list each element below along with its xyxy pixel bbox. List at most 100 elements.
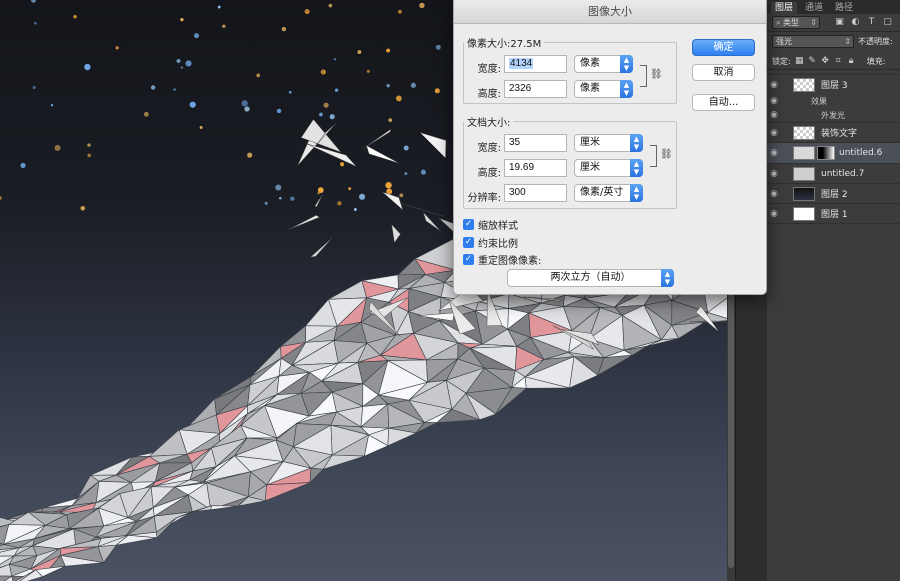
lock-artboard-icon[interactable]: ⌗ [833,56,844,67]
resolution-unit-select[interactable]: 像素/英寸 ▲ ▼ [574,184,643,202]
pixel-width-value: 4134 [509,58,534,69]
popup-arrows-icon: ▲ ▼ [620,80,633,98]
layer-row[interactable]: ◉ 图层 2 [767,183,900,203]
pixel-width-unit: 像素 [580,58,600,69]
popup-arrows-icon: ▲ ▼ [620,55,633,73]
layer-thumbnail [793,186,815,201]
pixel-width-label: 宽度: [477,64,501,75]
layer-thumbnail [793,125,815,140]
fill-label: 填充: [866,57,886,66]
layer-thumbnail [793,146,815,160]
resample-method-select[interactable]: 两次立方（自动） ▲ ▼ [507,269,674,287]
scale-styles-checkbox[interactable]: ✓ 缩放样式 [463,217,518,232]
visibility-eye-icon[interactable]: ◉ [767,148,781,158]
layer-thumbnail [793,77,815,92]
resample-method-value: 两次立方（自动） [550,272,631,283]
visibility-eye-icon[interactable]: ◉ [767,80,781,90]
shape-filter-icon[interactable]: ▢ [882,17,893,28]
doc-constrain-chain-icon: ⛓ [660,149,673,160]
resolution-unit: 像素/英寸 [580,187,624,198]
constrain-proportions-label: 约束比例 [478,239,518,250]
layer-row[interactable]: ◉ 装饰文字 [767,122,900,142]
visibility-eye-icon[interactable]: ◉ [767,128,781,138]
outer-glow-row[interactable]: ◉ 外发光 [767,108,900,122]
layer-row[interactable]: ◉ untitled.7 [767,163,900,183]
resample-image-label: 重定图像像素: [478,256,542,267]
image-filter-icon[interactable]: ▣ [834,17,845,28]
lock-label: 锁定: [772,57,791,66]
adjustment-filter-icon[interactable]: ◐ [850,17,861,28]
filter-kind-select[interactable]: ⌕ 类型 [772,16,820,29]
doc-width-input[interactable]: 35 [504,134,567,152]
popup-arrows-icon: ▲ ▼ [661,269,674,287]
resample-image-checkbox[interactable]: ✓ 重定图像像素: [463,252,541,267]
layer-name: untitled.6 [839,148,883,158]
doc-height-unit: 厘米 [580,162,600,173]
outer-glow-eye-icon[interactable]: ◉ [767,110,781,120]
filter-search-icon: ⌕ [776,18,781,27]
layer-row-selected[interactable]: ◉ untitled.6 [767,142,900,163]
visibility-eye-icon[interactable]: ◉ [767,209,781,219]
doc-height-unit-select[interactable]: 厘米 ▲ ▼ [574,159,643,177]
tab-layers[interactable]: 图层 [771,2,798,14]
resolution-label: 分辨率: [467,193,501,204]
lock-transparent-icon[interactable]: ▦ [794,56,805,67]
doc-width-label: 宽度: [477,143,501,154]
lock-row: 锁定: ▦ ✎ ✥ ⌗ 🔒︎ 填充: [767,54,900,70]
type-filter-icon[interactable]: T [866,17,877,28]
layer-row[interactable]: ◉ 图层 3 [767,74,900,94]
effects-eye-icon[interactable]: ◉ [767,96,781,106]
image-size-dialog: 图像大小 像素大小:27.5M 宽度: 4134 像素 ▲ ▼ 高度: 2326 像… [453,0,767,295]
pixel-width-unit-select[interactable]: 像素 ▲ ▼ [574,55,633,73]
pixel-constrain-chain-icon: ⛓ [650,69,663,80]
checkmark-icon: ✓ [463,219,474,230]
layer-filter-bar: ⌕ 类型 ▣ ◐ T ▢ [767,14,900,32]
filter-kind-label: 类型 [783,18,800,27]
constrain-proportions-checkbox[interactable]: ✓ 约束比例 [463,235,518,250]
popup-arrows-icon: ▲ ▼ [630,134,643,152]
layer-name: 图层 3 [821,81,848,91]
resolution-input[interactable]: 300 [504,184,567,202]
effects-label: 效果 [811,96,827,106]
pixel-dimensions-legend: 像素大小:27.5M [467,39,542,50]
pixel-width-input[interactable]: 4134 [504,55,567,73]
document-size-legend: 文档大小: [467,118,511,129]
tab-paths[interactable]: 路径 [831,2,857,14]
visibility-eye-icon[interactable]: ◉ [767,169,781,179]
pixel-height-input[interactable]: 2326 [504,80,567,98]
ok-button[interactable]: 确定 [692,39,755,56]
blend-row: 强光 不透明度: [767,33,900,49]
visibility-eye-icon[interactable]: ◉ [767,189,781,199]
layer-name: 图层 2 [821,190,848,200]
checkmark-icon: ✓ [463,254,474,265]
auto-button[interactable]: 自动... [692,94,755,111]
lock-position-icon[interactable]: ✥ [820,56,831,67]
effects-row[interactable]: ◉ 效果 [767,94,900,108]
doc-height-input[interactable]: 19.69 [504,159,567,177]
pixel-height-unit: 像素 [580,83,600,94]
layer-mask-thumbnail[interactable] [817,146,835,160]
doc-height-label: 高度: [477,168,501,179]
layers-empty-area [767,223,900,581]
pixel-height-unit-select[interactable]: 像素 ▲ ▼ [574,80,633,98]
cancel-button[interactable]: 取消 [692,64,755,81]
dialog-title: 图像大小 [454,0,766,24]
layer-thumbnail [793,206,815,221]
opacity-label: 不透明度: [858,36,893,46]
tab-channels[interactable]: 通道 [801,2,827,14]
layer-thumbnail [793,166,815,181]
layer-name: untitled.7 [821,168,865,179]
panel-tabs: 图层 通道 路径 [767,0,900,14]
scale-styles-label: 缩放样式 [478,221,518,232]
lock-all-icon[interactable]: 🔒︎ [846,56,857,67]
doc-width-unit: 厘米 [580,137,600,148]
lock-paint-icon[interactable]: ✎ [807,56,818,67]
checkmark-icon: ✓ [463,237,474,248]
popup-arrows-icon: ▲ ▼ [630,159,643,177]
pixel-height-label: 高度: [477,89,501,100]
pixel-constrain-bracket [640,65,647,87]
outer-glow-label: 外发光 [821,110,845,120]
doc-width-unit-select[interactable]: 厘米 ▲ ▼ [574,134,643,152]
blend-mode-select[interactable]: 强光 [772,34,854,48]
layer-row[interactable]: ◉ 图层 1 [767,203,900,223]
